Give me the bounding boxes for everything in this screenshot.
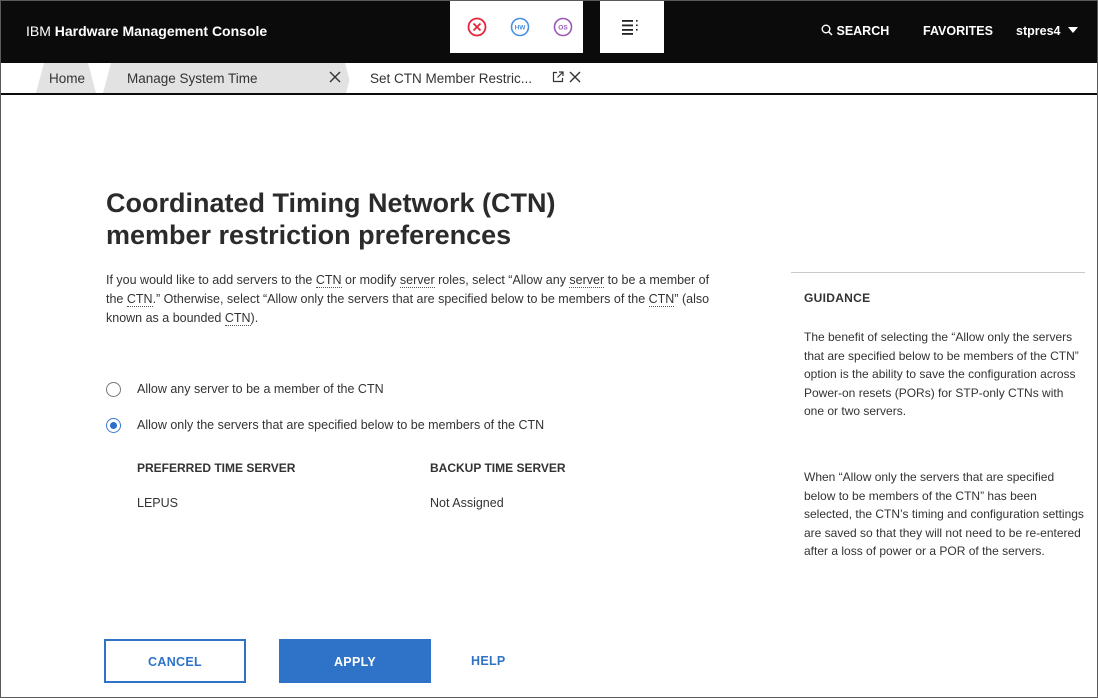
search-icon bbox=[821, 24, 833, 36]
option-allow-any-label: Allow any server to be a member of the C… bbox=[137, 382, 384, 396]
app-window: IBM Hardware Management Console HW OS SE… bbox=[0, 0, 1098, 698]
backup-time-server-value: Not Assigned bbox=[430, 496, 504, 510]
page-title: Coordinated Timing Network (CTN) member … bbox=[106, 188, 556, 250]
guidance-paragraph: When “Allow only the servers that are sp… bbox=[804, 470, 1084, 558]
brand-prefix: IBM bbox=[26, 23, 51, 39]
intro-text: If you would like to add servers to the … bbox=[106, 273, 710, 326]
ctn-term[interactable]: CTN bbox=[648, 292, 675, 307]
cancel-button[interactable]: CANCEL bbox=[104, 639, 246, 683]
tab-divider bbox=[1, 93, 1097, 95]
hardware-messages-icon[interactable]: HW bbox=[510, 17, 530, 42]
tab-set-ctn-member-restrictions[interactable]: Set CTN Member Restric... bbox=[346, 63, 608, 93]
search-button[interactable]: SEARCH bbox=[821, 24, 889, 38]
close-icon[interactable] bbox=[569, 71, 581, 86]
svg-text:HW: HW bbox=[515, 25, 527, 32]
top-bar: IBM Hardware Management Console HW OS SE… bbox=[1, 1, 1097, 63]
tab-manage-system-time-label: Manage System Time bbox=[127, 71, 258, 86]
backup-time-server-header: BACKUP TIME SERVER bbox=[430, 461, 566, 475]
guidance-divider bbox=[791, 272, 1085, 273]
favorites-button[interactable]: FAVORITES bbox=[923, 24, 993, 38]
ctn-term[interactable]: CTN bbox=[315, 273, 342, 288]
preferred-time-server-header: PREFERRED TIME SERVER bbox=[137, 461, 296, 475]
search-label: SEARCH bbox=[836, 24, 890, 38]
tab-set-ctn-label: Set CTN Member Restric... bbox=[370, 71, 533, 86]
tab-home[interactable]: Home bbox=[36, 63, 96, 93]
app-title: IBM Hardware Management Console bbox=[26, 23, 267, 39]
task-list-icon[interactable] bbox=[622, 19, 640, 40]
option-allow-only-label: Allow only the servers that are specifie… bbox=[137, 418, 545, 432]
ctn-term[interactable]: CTN bbox=[126, 292, 153, 307]
guidance-title: GUIDANCE bbox=[804, 291, 871, 305]
server-term[interactable]: server bbox=[569, 273, 605, 288]
radio-allow-only-specified[interactable] bbox=[106, 418, 121, 433]
close-icon[interactable] bbox=[329, 71, 341, 86]
task-list-box bbox=[600, 1, 664, 53]
apply-button[interactable]: APPLY bbox=[279, 639, 431, 683]
server-term[interactable]: server bbox=[399, 273, 435, 288]
preferred-time-server-value: LEPUS bbox=[137, 496, 178, 510]
brand-name: Hardware Management Console bbox=[54, 23, 268, 39]
help-button[interactable]: HELP bbox=[471, 639, 591, 683]
guidance-paragraph: The benefit of selecting the “Allow only… bbox=[804, 330, 1079, 418]
user-menu[interactable]: stpres4 bbox=[1016, 24, 1078, 38]
error-status-icon[interactable] bbox=[467, 17, 487, 42]
pop-out-icon[interactable] bbox=[552, 71, 564, 86]
tab-home-label: Home bbox=[49, 71, 86, 86]
chevron-down-icon bbox=[1067, 27, 1078, 33]
favorites-label: FAVORITES bbox=[923, 24, 993, 38]
quick-actions: HW OS bbox=[450, 1, 583, 53]
user-name: stpres4 bbox=[1016, 24, 1061, 38]
ctn-term[interactable]: CTN bbox=[224, 311, 251, 326]
tab-manage-system-time[interactable]: Manage System Time bbox=[103, 63, 353, 93]
os-messages-icon[interactable]: OS bbox=[553, 17, 573, 42]
radio-allow-any-server[interactable] bbox=[106, 382, 121, 397]
svg-text:OS: OS bbox=[558, 25, 568, 32]
